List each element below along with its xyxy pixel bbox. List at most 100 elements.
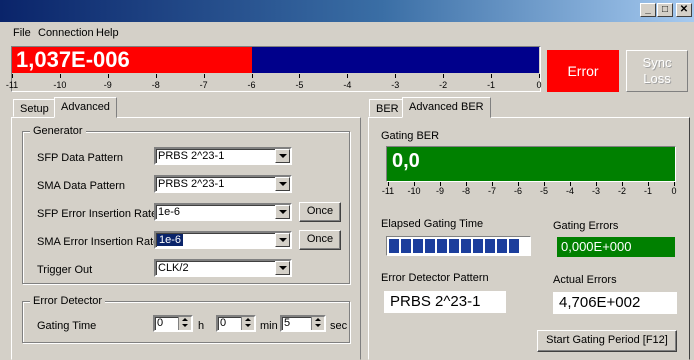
progress-block [449,239,459,253]
meter-tick [203,74,205,78]
meter-tick [107,74,109,78]
progress-block [413,239,423,253]
meter-tick-label: -9 [103,80,112,90]
start-gating-button[interactable]: Start Gating Period [F12] [537,330,677,352]
minimize-button[interactable]: _ [640,3,656,17]
progress-block [425,239,435,253]
chevron-down-icon[interactable] [275,261,290,275]
actual-errors-label: Actual Errors [553,274,617,286]
sma-data-pattern-label: SMA Data Pattern [37,180,126,192]
close-button[interactable]: ✕ [676,3,692,17]
meter-tick-label: -6 [247,80,256,90]
sma-data-pattern-select[interactable]: PRBS 2^23-1 [154,175,292,193]
meter-tick [539,74,540,78]
title-bar [0,0,694,22]
ber-meter-value: 1,037E-006 [16,47,130,72]
gating-ber-meter [386,146,676,182]
sma-once-button[interactable]: Once [299,230,341,250]
actual-errors-value: 4,706E+002 [553,292,677,314]
gating-seconds-value: 5 [284,317,291,329]
trigger-out-value: CLK/2 [158,262,189,274]
meter-tick-label: -8 [151,80,160,90]
progress-block [509,239,519,253]
maximize-button[interactable]: □ [657,3,673,17]
gating-ber-label: Gating BER [381,130,440,142]
chevron-down-icon[interactable] [275,205,290,219]
meter-tick-label: -1 [487,80,496,90]
progress-block [461,239,471,253]
gating-errors-value: 0,000E+000 [557,237,675,257]
sync-loss-indicator: Sync Loss [626,50,688,92]
meter-tick [251,74,253,78]
gating-seconds-input[interactable]: 5 [280,315,326,332]
gating-minutes-input[interactable]: 0 [216,315,256,332]
gating-tick-label: -7 [487,186,496,196]
meter-tick-label: -3 [391,80,400,90]
menu-file[interactable]: File [13,27,31,39]
menu-connection[interactable]: Connection [38,27,94,39]
progress-block [389,239,399,253]
ber-meter-empty [251,47,539,73]
stepper-icon[interactable] [241,317,254,330]
sma-error-rate-value: 1e-6 [157,234,184,246]
progress-block [437,239,447,253]
gating-tick-label: 0 [671,186,677,196]
minutes-unit-label: min [260,320,278,332]
sfp-once-button[interactable]: Once [299,202,341,222]
stepper-icon[interactable] [311,317,324,330]
meter-tick-label: -10 [53,80,67,90]
meter-tick [59,74,61,78]
meter-tick-label: -2 [439,80,448,90]
sma-error-rate-label: SMA Error Insertion Rate [37,236,160,248]
error-detector-pattern-value: PRBS 2^23-1 [384,291,506,313]
gating-tick-label: -8 [461,186,470,196]
meter-tick-label: -4 [343,80,352,90]
error-detector-title: Error Detector [30,295,106,307]
chevron-down-icon[interactable] [275,233,290,247]
seconds-unit-label: sec [330,320,348,332]
menu-help[interactable]: Help [96,27,119,39]
sfp-error-rate-select[interactable]: 1e-6 [154,203,292,221]
gating-tick-label: -5 [539,186,548,196]
sfp-data-pattern-label: SFP Data Pattern [37,152,124,164]
trigger-out-select[interactable]: CLK/2 [154,259,292,277]
chevron-down-icon[interactable] [275,149,290,163]
elapsed-gating-time-label: Elapsed Gating Time [381,218,484,230]
meter-tick-label: -7 [199,80,208,90]
gating-minutes-value: 0 [220,317,227,329]
gating-tick-label: -6 [513,186,522,196]
progress-block [485,239,495,253]
meter-tick-label: -11 [5,80,19,90]
meter-tick [443,74,445,78]
sma-data-pattern-value: PRBS 2^23-1 [158,178,225,190]
progress-block [401,239,411,253]
tab-ber[interactable]: BER [369,99,406,117]
gating-errors-label: Gating Errors [553,220,619,232]
gating-tick-label: -9 [435,186,444,196]
error-detector-pattern-label: Error Detector Pattern [381,272,489,284]
meter-tick [299,74,301,78]
progress-block [473,239,483,253]
sfp-data-pattern-select[interactable]: PRBS 2^23-1 [154,147,292,165]
gating-tick-label: -2 [617,186,626,196]
progress-block [497,239,507,253]
gating-time-label: Gating Time [37,320,97,332]
tab-advanced[interactable]: Advanced [54,97,117,118]
trigger-out-label: Trigger Out [37,264,93,276]
sfp-data-pattern-value: PRBS 2^23-1 [158,150,225,162]
tab-setup[interactable]: Setup [13,99,56,117]
meter-tick-label: -5 [295,80,304,90]
tab-advanced-ber[interactable]: Advanced BER [402,97,491,118]
error-indicator: Error [547,50,619,92]
sma-error-rate-select[interactable]: 1e-6 [154,231,292,249]
chevron-down-icon[interactable] [275,177,290,191]
meter-tick [347,74,349,78]
gating-tick-label: -1 [643,186,652,196]
meter-tick [491,74,493,78]
hours-unit-label: h [198,320,205,332]
stepper-icon[interactable] [178,317,191,330]
gating-tick-label: -11 [381,186,395,196]
gating-tick-label: -10 [407,186,421,196]
gating-ber-value: 0,0 [392,150,420,172]
gating-hours-input[interactable]: 0 [153,315,193,332]
